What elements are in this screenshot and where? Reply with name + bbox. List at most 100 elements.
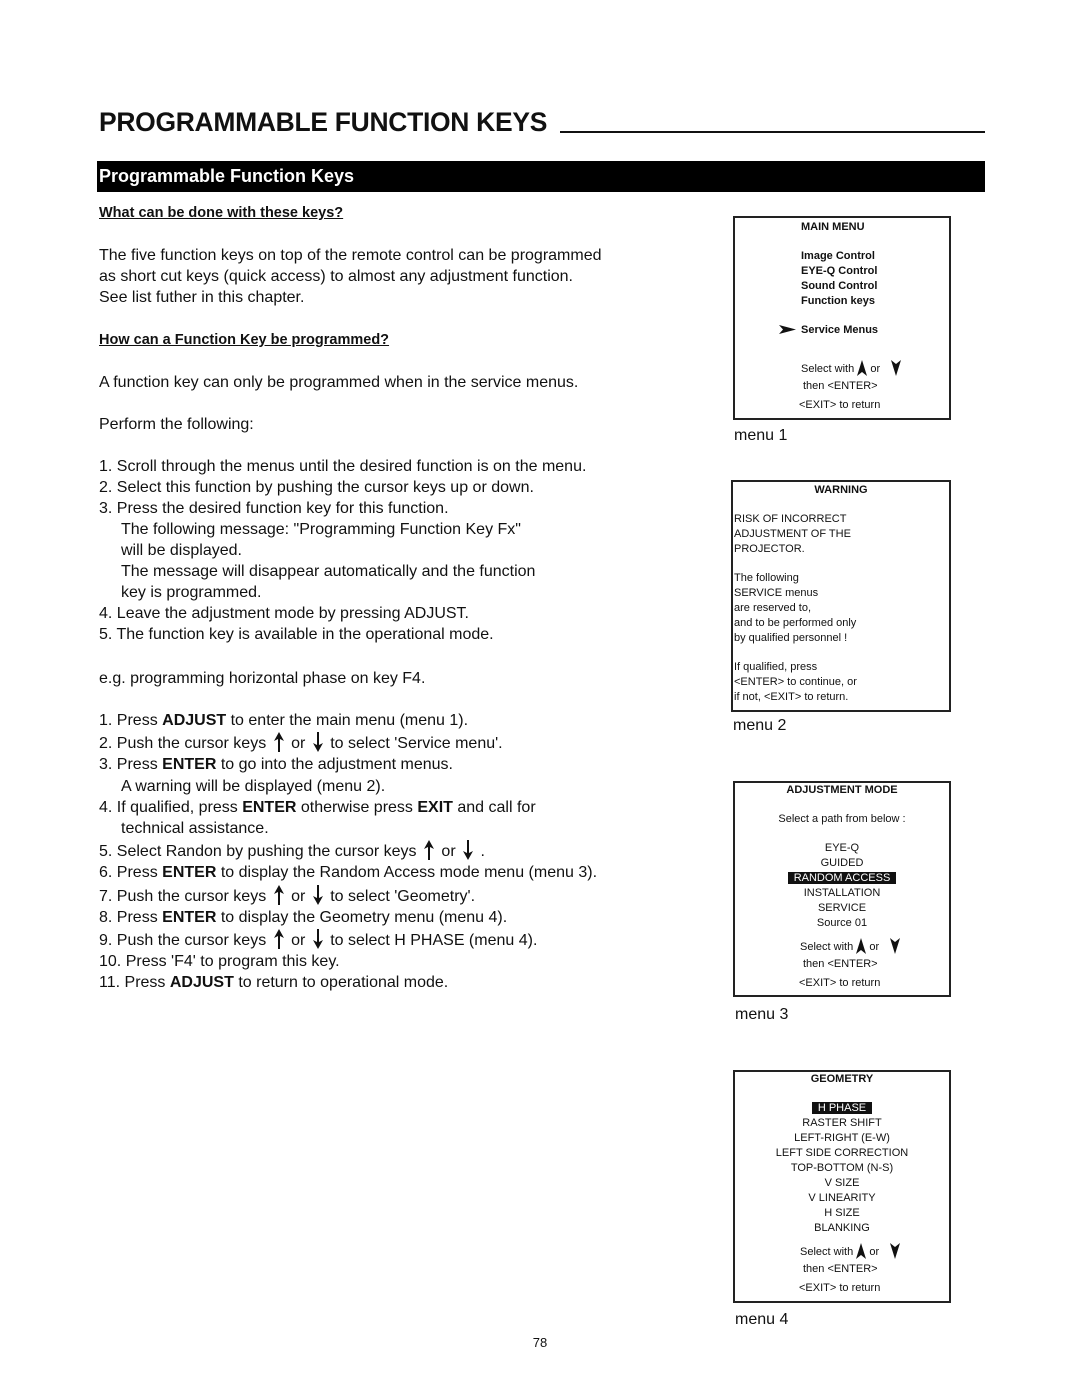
menu-item: INSTALLATION (803, 887, 881, 899)
step-text: Press (116, 908, 163, 926)
step-item: 2. Select this function by pushing the c… (99, 477, 586, 498)
arrow-up-icon (273, 884, 284, 905)
menu-items: Image Control EYE-Q Control Sound Contro… (801, 249, 877, 309)
step-number: 8. (99, 908, 113, 926)
step-number: 2. (99, 479, 113, 496)
warning-line: <ENTER> to continue, or (734, 676, 857, 688)
step-text: or (286, 932, 310, 950)
step-text: Select this function by pushing the curs… (116, 479, 534, 496)
menu-item: BLANKING (814, 1222, 870, 1234)
hint-text: or (870, 363, 881, 375)
example-steps: 1. Press ADJUST to enter the main menu (… (99, 710, 597, 994)
example-step: 1. Press ADJUST to enter the main menu (… (99, 710, 597, 731)
menu-item: Sound Control (801, 280, 878, 292)
intro-line: as short cut keys (quick access) to almo… (99, 268, 573, 285)
warning-line: PROJECTOR. (734, 543, 805, 555)
menu-item: LEFT-RIGHT (E-W) (794, 1132, 890, 1144)
howto-heading: How can a Function Key be programmed? (99, 332, 390, 348)
step-text: or (286, 735, 310, 753)
intro-line: See list futher in this chapter. (99, 289, 305, 306)
step-text: to go into the adjustment menus. (216, 756, 453, 774)
step-text: Press 'F4' to program this key. (125, 953, 340, 971)
step-number: 10. (99, 953, 122, 971)
menu-item: V LINEARITY (808, 1192, 876, 1204)
step-number: 4. (99, 605, 113, 622)
step-number: 7. (99, 887, 113, 905)
select-hint: Select with or (800, 938, 901, 955)
step-number: 3. (99, 500, 113, 517)
key-name: ADJUST (162, 712, 227, 729)
step-continuation: The following message: "Programming Func… (121, 521, 521, 538)
hint-text: or (869, 1246, 880, 1258)
step-number: 9. (99, 932, 113, 950)
step-item: 4. Leave the adjustment mode by pressing… (99, 603, 586, 624)
menu-prompt: Select a path from below : (778, 813, 906, 825)
arrow-up-icon (856, 1243, 867, 1259)
menu-item: Image Control (801, 250, 875, 262)
warning-line: RISK OF INCORRECT (734, 513, 847, 525)
example-step: 2. Push the cursor keys or to select 'Se… (99, 731, 597, 754)
step-continuation: A warning will be displayed (menu 2). (121, 777, 386, 795)
arrow-up-icon (857, 360, 868, 376)
exit-hint: <EXIT> to return (799, 977, 881, 989)
step-text: to enter the main menu (menu 1). (226, 712, 469, 729)
menu-2-warning: WARNING RISK OF INCORRECT ADJUSTMENT OF … (731, 480, 951, 712)
warning-line: and to be performed only (734, 617, 857, 629)
example-step: 6. Press ENTER to display the Random Acc… (99, 862, 597, 883)
page-title-row: PROGRAMMABLE FUNCTION KEYS (99, 104, 985, 136)
exit-hint: <EXIT> to return (799, 1282, 881, 1294)
key-name: EXIT (417, 798, 453, 816)
step-text: Press (116, 864, 163, 882)
arrow-down-icon (312, 732, 323, 753)
warning-line: The following (734, 572, 799, 584)
menu-item: SERVICE (817, 902, 867, 914)
warning-block: If qualified, press <ENTER> to continue,… (733, 660, 949, 705)
menu-item-selected: H PHASE (735, 1101, 949, 1116)
step-number: 3. (99, 756, 113, 774)
step-number: 5. (99, 843, 113, 861)
step-text: . (476, 843, 485, 861)
step-text: Leave the adjustment mode by pressing AD… (116, 605, 469, 622)
exit-hint: <EXIT> to return (799, 399, 881, 411)
step-text: Scroll through the menus until the desir… (116, 458, 587, 475)
example-step: 5. Select Randon by pushing the cursor k… (99, 839, 597, 862)
menu-title: WARNING (814, 484, 868, 496)
warning-block: The following SERVICE menus are reserved… (733, 571, 949, 646)
step-text: to display the Geometry menu (menu 4). (216, 908, 508, 926)
step-text: or (286, 887, 310, 905)
arrow-up-icon (273, 929, 284, 950)
warning-line: by qualified personnel ! (734, 632, 848, 644)
perform-label: Perform the following: (99, 416, 254, 433)
menu-item: EYE-Q (824, 842, 860, 854)
enter-hint: then <ENTER> (803, 958, 878, 970)
menu-item: H SIZE (824, 1207, 860, 1219)
step-number: 11. (99, 974, 121, 992)
menu-caption: menu 4 (735, 1311, 789, 1328)
menu-item: Function keys (801, 295, 875, 307)
page-title: PROGRAMMABLE FUNCTION KEYS (99, 107, 548, 137)
menu-4-geometry: GEOMETRY H PHASE RASTER SHIFT LEFT-RIGHT… (733, 1070, 951, 1303)
step-number: 6. (99, 864, 113, 882)
select-hint: Select with or (801, 360, 902, 377)
example-step: 9. Push the cursor keys or to select H P… (99, 928, 597, 951)
step-text: Select Randon by pushing the cursor keys (116, 843, 421, 861)
key-name: ENTER (162, 756, 217, 774)
step-text: to return to operational mode. (233, 974, 449, 992)
menu-title: GEOMETRY (810, 1073, 874, 1085)
step-number: 5. (99, 626, 113, 643)
step-text: to select 'Service menu'. (325, 735, 503, 753)
menu-title: MAIN MENU (801, 221, 865, 233)
arrow-up-icon (423, 840, 434, 861)
menu-item-selected: Service Menus (801, 324, 879, 336)
example-step: 10. Press 'F4' to program this key. (99, 951, 597, 972)
step-continuation: will be displayed. (121, 542, 242, 559)
warning-line: ADJUSTMENT OF THE (734, 528, 851, 540)
enter-hint: then <ENTER> (803, 1263, 878, 1275)
step-text: Push the cursor keys (116, 735, 271, 753)
section-bar: Programmable Function Keys (97, 161, 985, 192)
step-continuation: technical assistance. (121, 820, 269, 838)
arrow-down-icon (890, 938, 901, 954)
menu-items: H PHASE RASTER SHIFT LEFT-RIGHT (E-W) LE… (735, 1101, 949, 1236)
key-name: ENTER (242, 798, 297, 816)
menu-item-selected: RANDOM ACCESS (735, 871, 949, 886)
